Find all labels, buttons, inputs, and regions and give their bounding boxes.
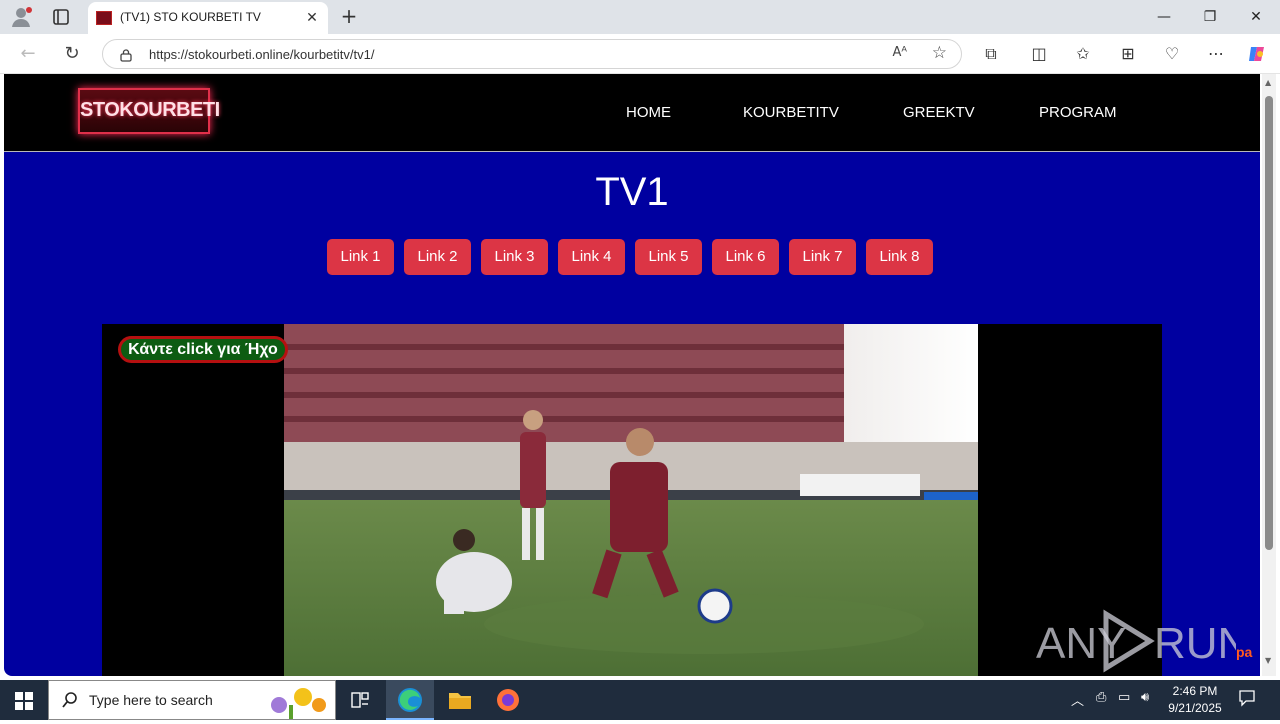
split-screen-icon[interactable]: ◫ [1028,43,1050,65]
windows-logo-icon [15,692,33,710]
tab-strip: (TV1) STO KOURBETI TV ✕ + — ❐ ✕ [0,0,1280,34]
settings-more-icon[interactable]: ⋯ [1205,43,1227,65]
browser-essentials-icon[interactable]: ♡ [1161,43,1183,65]
link-4-button[interactable]: Link 4 [558,239,625,275]
watermark-left: ANY [1036,619,1126,668]
link-1-button[interactable]: Link 1 [327,239,394,275]
logo-text: STOKOURBETI [80,99,220,121]
lock-icon[interactable] [119,47,133,62]
video-player[interactable]: Κάντε click για Ήχο [102,324,1162,676]
clock-date: 9/21/2025 [1168,701,1222,715]
start-button[interactable] [0,680,48,720]
enable-sound-button[interactable]: Κάντε click για Ήχο [118,336,288,363]
search-placeholder: Type here to search [89,692,213,708]
scroll-down-icon[interactable]: ▼ [1265,656,1271,665]
task-view-icon[interactable] [336,680,384,720]
extensions-icon[interactable]: ⧉ [980,43,1002,65]
notifications-icon[interactable] [1238,689,1256,711]
address-bar[interactable]: https://stokourbeti.online/kourbetitv/tv… [102,39,962,69]
menu-item-program[interactable]: PROGRAM [1039,104,1117,121]
browser-toolbar: ← ↻ https://stokourbeti.online/kourbetit… [0,34,1280,74]
page-title: TV1 [595,170,669,214]
device-icon[interactable]: ⎙ [1096,690,1106,705]
link-8-button[interactable]: Link 8 [866,239,933,275]
football-match-image [284,324,978,676]
video-frame[interactable] [284,324,978,676]
copilot-icon[interactable] [1246,43,1268,65]
network-icon[interactable]: ▭ [1118,690,1130,705]
favorites-icon[interactable]: ✩ [1072,43,1094,65]
site-header: STOKOURBETI HOME KOURBETITV GREEKTV PROG… [4,74,1260,152]
link-3-button[interactable]: Link 3 [481,239,548,275]
tab-title: (TV1) STO KOURBETI TV [120,10,261,24]
minimize-button[interactable]: — [1141,0,1187,34]
file-explorer-icon[interactable] [436,680,484,720]
refresh-icon[interactable]: ↻ [61,43,83,65]
back-icon[interactable]: ← [17,43,39,65]
profile-icon[interactable] [10,6,34,28]
show-hidden-icons[interactable]: ︿ [1071,690,1084,709]
windows-taskbar: Type here to search ︿ ⎙ ▭ 🔊︎ 2:46 PM 9/2… [0,680,1280,720]
restore-button[interactable]: ❐ [1187,0,1233,34]
volume-icon[interactable]: 🔊︎ [1141,690,1149,705]
scroll-up-icon[interactable]: ▲ [1265,78,1271,87]
link-2-button[interactable]: Link 2 [404,239,471,275]
close-window-button[interactable]: ✕ [1233,0,1279,34]
link-5-button[interactable]: Link 5 [635,239,702,275]
active-tab[interactable]: (TV1) STO KOURBETI TV ✕ [88,2,328,34]
link-6-button[interactable]: Link 6 [712,239,779,275]
anyrun-watermark: ANY RUN [1036,608,1249,678]
collections-icon[interactable]: ⊞ [1117,43,1139,65]
link-7-button[interactable]: Link 7 [789,239,856,275]
read-aloud-icon[interactable]: Aᴬ [893,45,908,60]
close-tab-icon[interactable]: ✕ [304,10,320,26]
menu-item-greektv[interactable]: GREEKTV [903,104,975,121]
menu-item-kourbetitv[interactable]: KOURBETITV [743,104,839,121]
taskbar-search-box[interactable]: Type here to search [48,680,336,720]
site-favicon-icon [96,11,112,25]
site-page: STOKOURBETI HOME KOURBETITV GREEKTV PROG… [4,74,1260,676]
tab-actions-icon[interactable] [50,6,72,28]
firefox-icon[interactable] [484,680,532,720]
favorite-star-icon[interactable]: ☆ [932,43,947,63]
watermark-right: RUN [1154,619,1236,668]
search-icon [61,691,79,709]
new-tab-button[interactable]: + [338,5,360,27]
url-text[interactable]: https://stokourbeti.online/kourbetitv/tv… [149,47,374,62]
ad-text-fragment: pa [1236,644,1253,660]
menu-item-home[interactable]: HOME [626,104,671,121]
scroll-thumb[interactable] [1265,96,1273,550]
page-viewport: STOKOURBETI HOME KOURBETITV GREEKTV PROG… [0,74,1280,680]
site-logo[interactable]: STOKOURBETI [78,88,220,134]
flowers-decoration-icon [271,688,326,719]
page-scrollbar[interactable]: ▲ ▼ [1262,74,1276,676]
edge-taskbar-icon[interactable] [386,680,434,720]
system-clock[interactable]: 2:46 PM 9/21/2025 [1162,683,1228,717]
clock-time: 2:46 PM [1172,684,1218,698]
